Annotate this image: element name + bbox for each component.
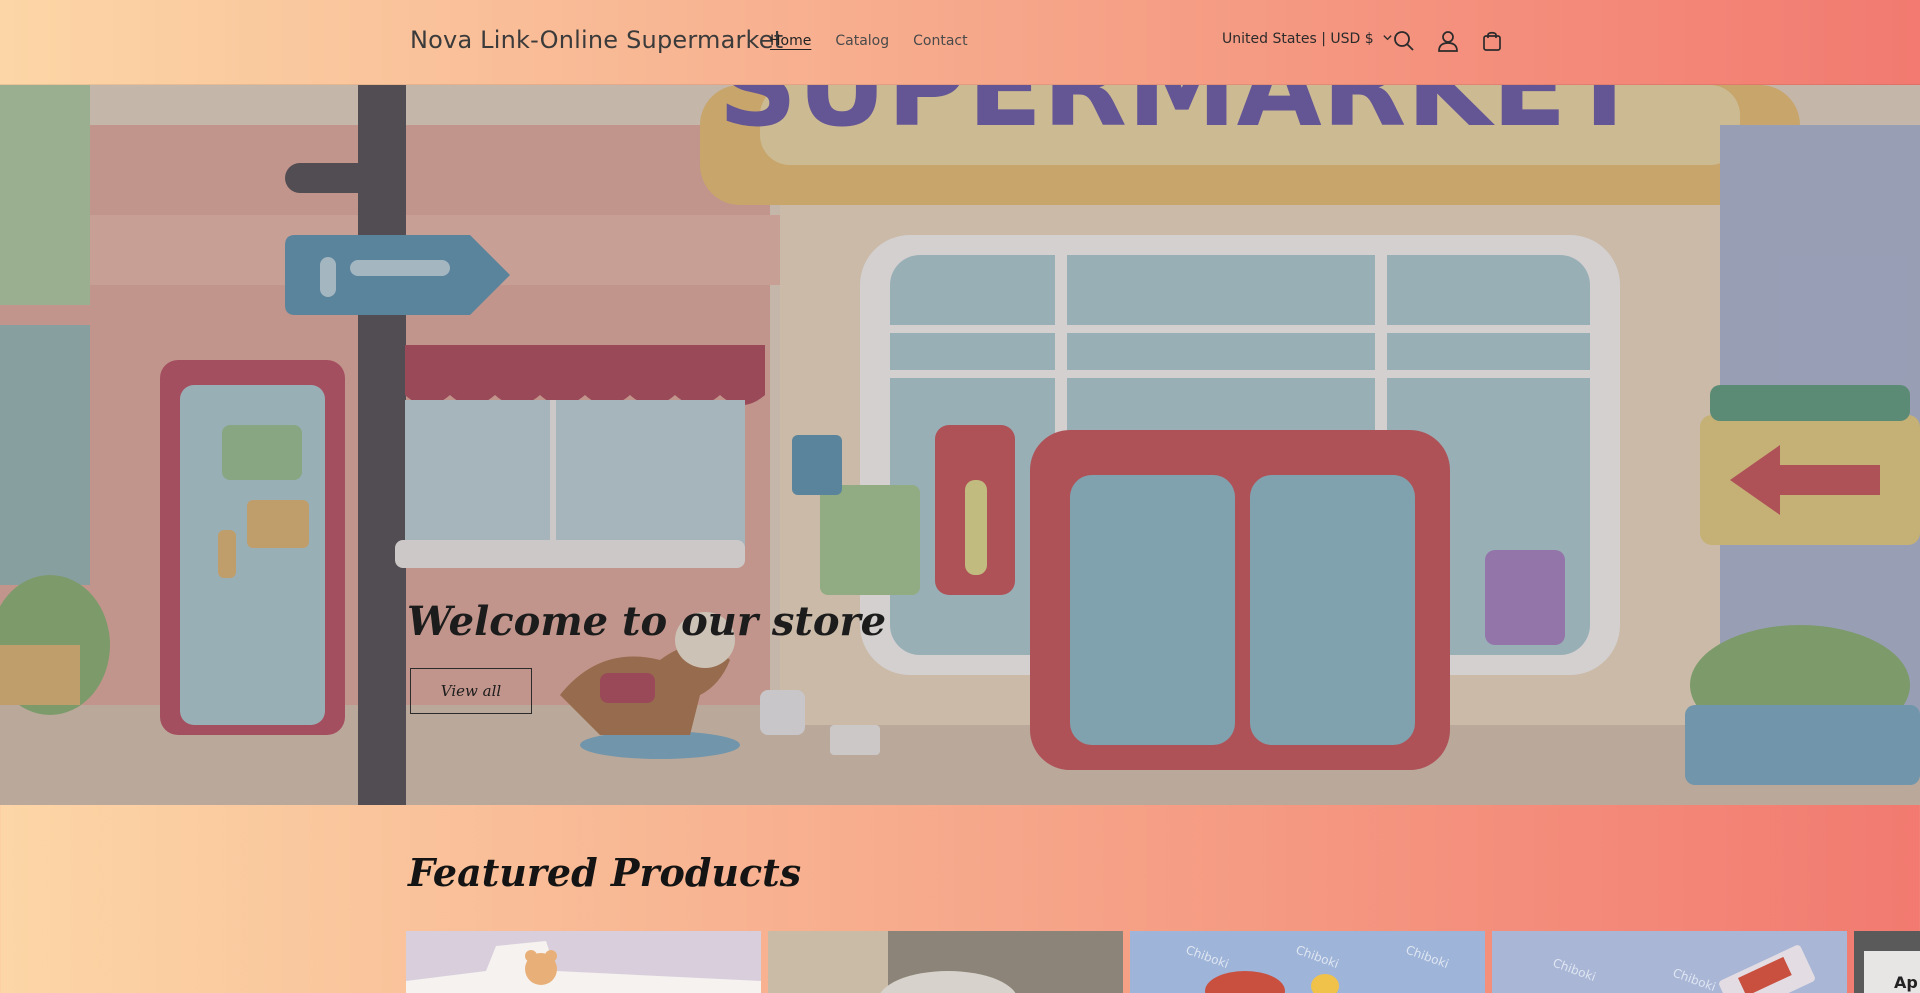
product-image xyxy=(406,931,761,993)
product-card[interactable] xyxy=(406,931,761,993)
view-all-button[interactable]: View all xyxy=(410,668,532,714)
locale-label: United States | USD $ xyxy=(1222,31,1374,47)
product-card[interactable]: Chiboki Chiboki Chiboki xyxy=(1130,931,1485,993)
site-brand[interactable]: Nova Link-Online Supermarket xyxy=(410,26,783,54)
country-currency-selector[interactable]: United States | USD $ xyxy=(1222,31,1393,47)
nav-catalog[interactable]: Catalog xyxy=(823,31,901,51)
site-header: Nova Link-Online Supermarket Home Catalo… xyxy=(0,0,1920,85)
hero-banner: SUPERMARKET Welcome to our store View al… xyxy=(0,85,1920,805)
product-image: Chiboki Chiboki xyxy=(1492,931,1847,993)
product-image: Ap xyxy=(1854,931,1920,993)
nav-home[interactable]: Home xyxy=(758,31,823,51)
product-card[interactable]: Ap xyxy=(1854,931,1920,993)
cart-icon[interactable] xyxy=(1479,28,1505,54)
main-nav: Home Catalog Contact xyxy=(758,31,980,51)
search-icon[interactable] xyxy=(1391,28,1417,54)
product-image-text: Ap xyxy=(1894,973,1918,992)
product-image: Chiboki Chiboki Chiboki xyxy=(1130,931,1485,993)
featured-products-grid: Chiboki Chiboki Chiboki Chiboki Chiboki … xyxy=(406,931,1920,993)
account-icon[interactable] xyxy=(1435,28,1461,54)
hero-title: Welcome to our store xyxy=(407,598,887,645)
product-image xyxy=(768,931,1123,993)
nav-contact[interactable]: Contact xyxy=(901,31,979,51)
product-card[interactable]: Chiboki Chiboki xyxy=(1492,931,1847,993)
featured-products-title: Featured Products xyxy=(408,850,802,895)
hero-overlay xyxy=(0,85,1920,805)
product-card[interactable] xyxy=(768,931,1123,993)
